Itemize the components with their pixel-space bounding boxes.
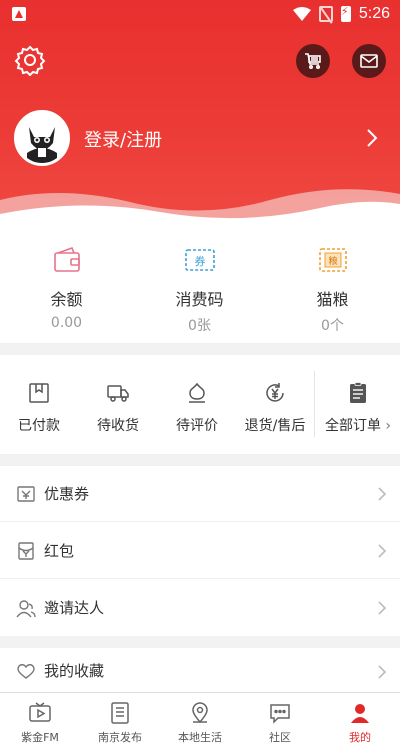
menu-label-invite: 邀请达人: [44, 599, 105, 617]
paid-box-icon: [29, 383, 49, 403]
svg-text:券: 券: [194, 254, 205, 268]
avatar[interactable]: [14, 110, 70, 166]
chevron-right-icon: [378, 601, 387, 615]
cat-food-value: 0个: [321, 318, 344, 334]
invite-users-icon: [16, 600, 36, 618]
tab-nanjing-release[interactable]: 南京发布: [80, 693, 160, 750]
balance-item[interactable]: 余额 0.00: [0, 230, 133, 343]
tab-label-mine: 我的: [349, 731, 371, 744]
voucher-code-label: 消费码: [175, 290, 224, 309]
tab-local-life[interactable]: 本地生活: [160, 693, 240, 750]
chevron-right-icon: ›: [380, 418, 392, 434]
menu-item-coupons[interactable]: 优惠券: [0, 466, 400, 522]
no-sim-icon: [318, 6, 333, 22]
tab-mine[interactable]: 我的: [320, 693, 400, 750]
tab-label-community: 社区: [269, 731, 291, 744]
coupon-ticket-icon: 券: [184, 249, 215, 271]
chevron-right-icon: [378, 665, 387, 679]
location-pin-icon: [192, 702, 208, 724]
order-all-label: 全部订单 ›: [324, 418, 392, 434]
order-to-review-label: 待评价: [176, 418, 218, 434]
tv-play-icon: [29, 702, 51, 722]
refund-yen-icon: [266, 383, 284, 402]
tab-label-nanjing-release: 南京发布: [98, 731, 142, 744]
voucher-code-value: 0张: [188, 318, 211, 334]
wallet-icon: [53, 246, 80, 272]
menu-label-coupons: 优惠券: [44, 485, 90, 503]
order-to-review[interactable]: 待评价: [158, 355, 236, 454]
battery-charging-icon: [340, 5, 351, 22]
review-icon: [189, 382, 205, 403]
order-paid-label: 已付款: [18, 418, 60, 434]
status-bar: 5:26: [0, 0, 400, 30]
wallet-summary: 余额 0.00 券 消费码 0张 粮 猫粮 0个: [0, 230, 400, 343]
chevron-right-icon: [378, 487, 387, 501]
order-refund[interactable]: 退货/售后: [236, 355, 314, 454]
user-person-icon: [351, 704, 369, 723]
menu-item-red-packet[interactable]: 红包: [0, 523, 400, 579]
cat-food-item[interactable]: 粮 猫粮 0个: [266, 230, 399, 343]
mail-icon: [360, 54, 378, 68]
order-refund-label: 退货/售后: [244, 418, 306, 434]
tab-community[interactable]: 社区: [240, 693, 320, 750]
cart-icon: [305, 53, 321, 70]
balance-value: 0.00: [50, 315, 83, 331]
menu-list: 优惠券 红包 邀请达人: [0, 466, 400, 636]
menu-list-secondary: 我的收藏: [0, 648, 400, 692]
wifi-icon: [292, 7, 311, 21]
order-to-receive[interactable]: 待收货: [78, 355, 158, 454]
order-all[interactable]: 全部订单 ›: [316, 355, 400, 454]
news-document-icon: [111, 702, 129, 724]
tab-label-local-life: 本地生活: [178, 731, 222, 744]
cat-avatar-icon: [17, 113, 67, 163]
order-paid[interactable]: 已付款: [0, 355, 78, 454]
heart-icon: [17, 664, 35, 679]
chevron-right-icon: [378, 544, 387, 558]
red-packet-icon: [18, 542, 34, 560]
menu-label-red-packet: 红包: [44, 542, 75, 560]
login-register-link[interactable]: 登录/注册: [84, 126, 162, 152]
profile-header: 5:26: [0, 0, 400, 230]
coupon-icon: [17, 486, 35, 502]
tab-zijin-fm[interactable]: 紫金FM: [0, 693, 80, 750]
status-time: 5:26: [358, 5, 390, 22]
delivery-truck-icon: [107, 385, 129, 402]
order-to-receive-label: 待收货: [97, 418, 139, 434]
app-notification-icon: [12, 7, 26, 21]
tab-label-zijin-fm: 紫金FM: [21, 731, 59, 744]
settings-gear-icon[interactable]: [14, 44, 46, 76]
voucher-code-item[interactable]: 券 消费码 0张: [133, 230, 266, 343]
cat-food-label: 猫粮: [316, 290, 349, 309]
menu-item-favorites[interactable]: 我的收藏: [0, 648, 400, 692]
menu-label-favorites: 我的收藏: [44, 662, 105, 680]
balance-label: 余额: [50, 290, 83, 309]
menu-item-invite[interactable]: 邀请达人: [0, 580, 400, 636]
header-wave-decoration: [0, 189, 400, 230]
svg-text:粮: 粮: [328, 255, 337, 267]
chat-bubble-icon: [270, 704, 290, 724]
orders-divider: [314, 371, 315, 437]
bottom-tab-bar: 紫金FM 南京发布 本地生活 社区 我的: [0, 692, 400, 750]
messages-button[interactable]: [352, 44, 386, 78]
cat-food-ticket-icon: 粮: [318, 248, 347, 272]
cart-button[interactable]: [296, 44, 330, 78]
order-status-bar: 已付款 待收货 待评价 退货/售后 全部订单 ›: [0, 355, 400, 454]
chevron-right-icon[interactable]: [362, 126, 382, 150]
clipboard-icon: [350, 382, 366, 403]
